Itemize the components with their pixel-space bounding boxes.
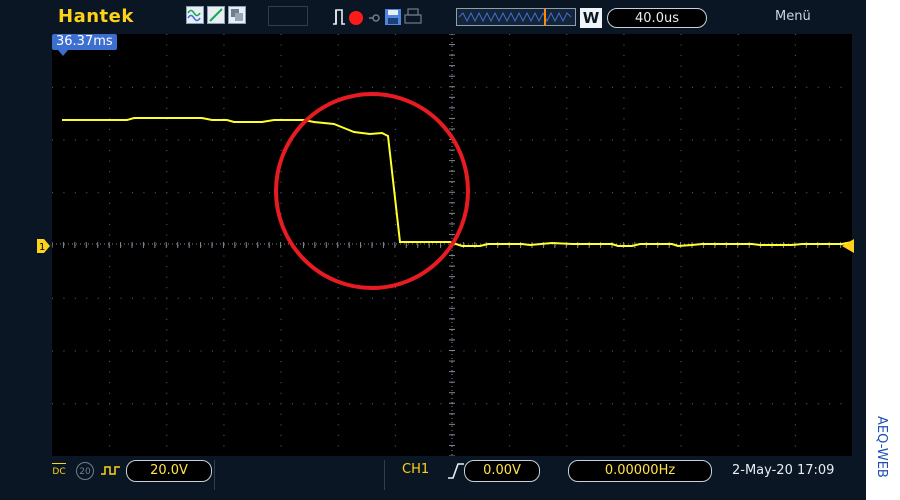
trigger-status-group — [332, 6, 432, 28]
time-position-pointer — [58, 50, 68, 56]
oscilloscope-screen: Hantek W 40.0us Menü 36.37ms 1 DC 20 20.… — [0, 0, 866, 500]
coupling-indicator[interactable]: DC — [52, 463, 66, 483]
waveform-display-icon[interactable] — [186, 6, 204, 24]
memory-position-strip[interactable] — [456, 8, 576, 26]
trigger-level-marker[interactable] — [842, 238, 854, 253]
printer-icon — [404, 8, 422, 24]
frequency-counter: 0.00000Hz — [568, 460, 712, 482]
ch1-trace — [62, 117, 852, 248]
timebase-readout[interactable]: 40.0us — [607, 8, 707, 28]
divider — [214, 460, 215, 490]
key-icon — [369, 14, 380, 22]
trigger-source[interactable]: CH1 — [402, 462, 429, 477]
bottom-status-bar: DC 20 20.0V CH1 0.00V 0.00000Hz 2-May-20… — [0, 456, 866, 500]
ch1-level-marker[interactable]: 1 — [37, 238, 50, 253]
channel-wave-icon — [100, 462, 122, 480]
date-time: 2-May-20 17:09 — [732, 463, 835, 478]
persistence-icon[interactable] — [228, 6, 246, 24]
divider — [384, 460, 385, 490]
trigger-level-readout[interactable]: 0.00V — [464, 460, 540, 482]
ch1-volts-per-div[interactable]: 20.0V — [126, 460, 212, 482]
time-position-tag[interactable]: 36.37ms — [52, 34, 117, 50]
icon-slot — [268, 6, 308, 26]
record-icon — [349, 11, 363, 25]
ch1-marker-label: 1 — [39, 242, 45, 253]
save-icon — [385, 9, 401, 25]
bandwidth-limit-icon[interactable]: 20 — [76, 462, 94, 480]
pulse-trigger-icon — [333, 9, 345, 25]
menu-button[interactable]: Menü — [775, 9, 811, 24]
vector-mode-icon[interactable] — [207, 6, 225, 24]
top-status-bar: Hantek W 40.0us Menü — [0, 0, 866, 34]
watermark-text: AEQ-WEB — [874, 416, 889, 478]
coupling-label: DC — [52, 467, 66, 477]
waveform-graticule — [52, 34, 852, 456]
brand-logo: Hantek — [58, 6, 134, 27]
memory-mode-indicator: W — [580, 8, 602, 28]
rising-edge-icon[interactable] — [447, 462, 465, 480]
watermark: AEQ-WEB — [874, 416, 889, 478]
